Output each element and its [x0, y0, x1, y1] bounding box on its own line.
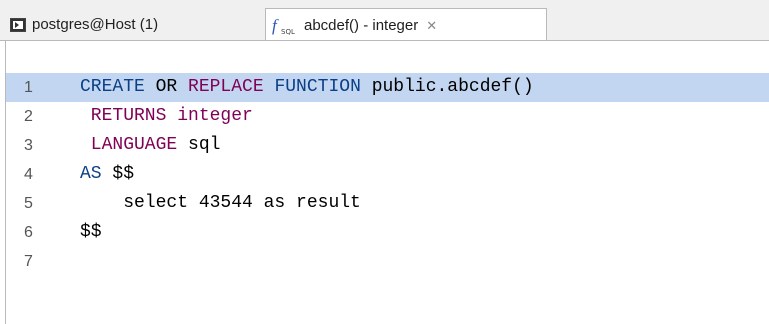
- code-line[interactable]: 2 RETURNS integer: [6, 102, 769, 131]
- code-text: AS $$: [80, 160, 134, 189]
- code-token: select 43544 as result: [80, 193, 361, 213]
- code-token: public.abcdef(): [371, 77, 534, 97]
- line-number: 7: [24, 253, 33, 270]
- code-line[interactable]: 1 CREATE OR REPLACE FUNCTION public.abcde…: [6, 73, 769, 102]
- code-line[interactable]: 5 select 43544 as result: [6, 189, 769, 218]
- code-line[interactable]: 4 AS $$: [6, 160, 769, 189]
- function-sql-icon: f SQL: [272, 15, 295, 36]
- line-number: 2: [24, 108, 33, 125]
- line-number: 6: [24, 224, 33, 241]
- code-text: LANGUAGE sql: [80, 131, 221, 160]
- line-number: 5: [24, 195, 33, 212]
- sql-keyword: CREATE: [80, 77, 145, 97]
- line-number: 4: [24, 166, 33, 183]
- sql-keyword: RETURNS: [80, 106, 167, 126]
- tab-label: abcdef() - integer: [304, 17, 419, 34]
- code-text: $$: [80, 218, 102, 247]
- code-token: OR: [144, 77, 189, 97]
- line-number: 3: [24, 137, 33, 154]
- tab-function-editor[interactable]: f SQL abcdef() - integer ✕: [265, 8, 547, 42]
- editor-window: postgres@Host (1) f SQL abcdef() - intege…: [0, 0, 769, 324]
- close-icon[interactable]: ✕: [426, 18, 437, 34]
- sql-keyword: LANGUAGE: [80, 135, 178, 155]
- code-token: $$: [80, 222, 102, 242]
- code-token: $$: [112, 164, 135, 184]
- tab-bar: postgres@Host (1) f SQL abcdef() - intege…: [0, 0, 769, 42]
- sql-keyword: FUNCTION: [263, 77, 372, 97]
- code-text: CREATE OR REPLACE FUNCTION public.abcdef…: [80, 73, 534, 102]
- tab-postgres-console[interactable]: postgres@Host (1): [6, 8, 266, 41]
- line-number: 1: [24, 79, 33, 96]
- code-text: RETURNS integer: [80, 102, 253, 131]
- console-icon: [10, 17, 26, 32]
- sql-keyword: AS: [80, 164, 113, 184]
- code-line[interactable]: 3 LANGUAGE sql: [6, 131, 769, 160]
- tab-label: postgres@Host (1): [32, 16, 159, 33]
- code-token: sql: [177, 135, 221, 155]
- sql-keyword: integer: [166, 106, 253, 126]
- code-text: select 43544 as result: [80, 189, 361, 218]
- code-line[interactable]: 7: [6, 247, 769, 276]
- sql-keyword: REPLACE: [188, 77, 264, 97]
- code-line[interactable]: 6 $$: [6, 218, 769, 247]
